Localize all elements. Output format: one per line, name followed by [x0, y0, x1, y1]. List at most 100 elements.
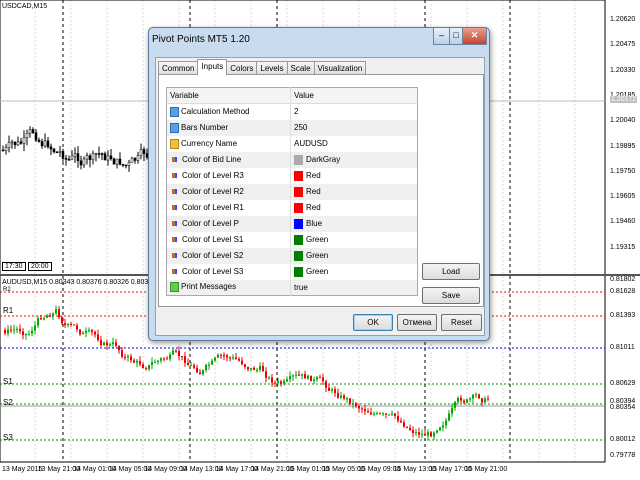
candle: [94, 331, 96, 335]
value-text: 250: [294, 123, 308, 132]
price-label: 1.19895: [610, 142, 636, 150]
variable-value[interactable]: Red: [290, 167, 418, 184]
variable-value[interactable]: 250: [290, 119, 418, 136]
candle: [265, 371, 267, 378]
tab-common[interactable]: Common: [158, 61, 199, 75]
candle: [244, 364, 246, 367]
input-row[interactable]: Color of Level R2 Red: [166, 183, 418, 200]
candle: [430, 432, 432, 437]
variable-value[interactable]: DarkGray: [290, 151, 418, 168]
candle: [64, 323, 66, 326]
column-header-variable: Variable: [166, 87, 291, 104]
candle: [193, 365, 195, 368]
variable-value[interactable]: Green: [290, 247, 418, 264]
load-button[interactable]: Load: [422, 263, 480, 280]
candle: [31, 330, 33, 334]
minimize-button[interactable]: –: [433, 28, 450, 45]
candle: [79, 329, 81, 335]
candle: [292, 375, 294, 377]
tab-colors[interactable]: Colors: [226, 61, 258, 75]
candle: [217, 354, 219, 358]
tab-visualization[interactable]: Visualization: [313, 61, 367, 75]
candle: [25, 132, 29, 139]
candle: [133, 360, 135, 363]
variable-value[interactable]: Green: [290, 263, 418, 280]
reset-button[interactable]: Reset: [441, 314, 482, 331]
input-row[interactable]: Calculation Method 2: [167, 103, 418, 120]
close-button[interactable]: ✕: [462, 28, 487, 45]
candle: [337, 392, 339, 398]
candle: [415, 432, 417, 434]
candle: [457, 397, 459, 402]
variable-name: Color of Level P: [182, 219, 239, 228]
candle: [46, 140, 50, 148]
candle: [58, 309, 60, 318]
input-row[interactable]: Color of Bid Line DarkGray: [166, 151, 418, 168]
variable-value[interactable]: Red: [290, 183, 418, 200]
tab-inputs[interactable]: Inputs: [197, 59, 228, 75]
candle: [112, 342, 114, 345]
price-label: 1.20040: [610, 117, 636, 125]
variable-value[interactable]: Red: [290, 199, 418, 216]
color-type-icon: [172, 269, 177, 275]
value-text: 2: [294, 107, 299, 117]
color-type-icon: [172, 237, 177, 243]
color-swatch: [294, 250, 303, 261]
price-label: 1.20330: [610, 66, 636, 74]
input-row[interactable]: Print Messages true: [166, 279, 418, 296]
candle: [202, 370, 204, 375]
variable-value[interactable]: Green: [290, 231, 418, 248]
candle: [142, 149, 146, 154]
tab-levels[interactable]: Levels: [256, 61, 288, 75]
save-button[interactable]: Save: [422, 287, 480, 304]
price-label: 1.19460: [610, 218, 636, 226]
input-row[interactable]: Color of Level R3 Red: [167, 167, 418, 184]
candle: [10, 141, 14, 144]
price-label: 0.80629: [610, 380, 636, 387]
tab-scale[interactable]: Scale: [286, 61, 315, 75]
candle: [484, 398, 486, 403]
time-tag: 17:30: [2, 262, 26, 271]
variable-value[interactable]: Blue: [290, 215, 418, 232]
cancel-button[interactable]: Отмена: [397, 314, 437, 331]
candle: [250, 367, 252, 370]
candle: [142, 364, 144, 369]
candle: [472, 394, 474, 399]
maximize-button[interactable]: □: [449, 28, 463, 45]
candle: [298, 374, 300, 376]
candle: [334, 389, 336, 393]
input-row[interactable]: Bars Number 250: [166, 119, 418, 136]
candle: [19, 328, 21, 332]
candle: [46, 315, 48, 318]
candle: [58, 151, 62, 153]
ok-button[interactable]: OK: [353, 314, 393, 331]
variable-value[interactable]: AUDUSD: [290, 135, 418, 152]
color-swatch: [294, 154, 303, 165]
input-row[interactable]: Color of Level S3 Green: [167, 263, 418, 280]
candle: [388, 414, 390, 416]
candle: [301, 373, 303, 376]
candle: [145, 368, 147, 370]
input-row[interactable]: Color of Level S2 Green: [166, 247, 418, 264]
input-row[interactable]: Color of Level R1 Red: [167, 199, 418, 216]
candle: [100, 339, 102, 345]
input-row[interactable]: Color of Level P Blue: [166, 215, 418, 232]
price-label: 0.81011: [610, 344, 635, 351]
candle: [70, 323, 72, 325]
variable-value[interactable]: 2: [290, 103, 418, 120]
candle: [82, 158, 86, 166]
input-row[interactable]: Color of Level S1 Green: [167, 231, 418, 248]
candle: [304, 373, 306, 379]
candle: [316, 377, 318, 380]
candle: [373, 413, 375, 415]
candle: [325, 381, 327, 388]
candle: [43, 317, 45, 320]
candle: [34, 325, 36, 331]
candle: [67, 158, 71, 161]
input-row[interactable]: Currency Name AUDUSD: [167, 135, 418, 152]
candle: [394, 413, 396, 417]
candle: [94, 153, 98, 155]
candle: [433, 432, 435, 437]
variable-value[interactable]: true: [290, 279, 418, 296]
candle: [106, 155, 110, 161]
